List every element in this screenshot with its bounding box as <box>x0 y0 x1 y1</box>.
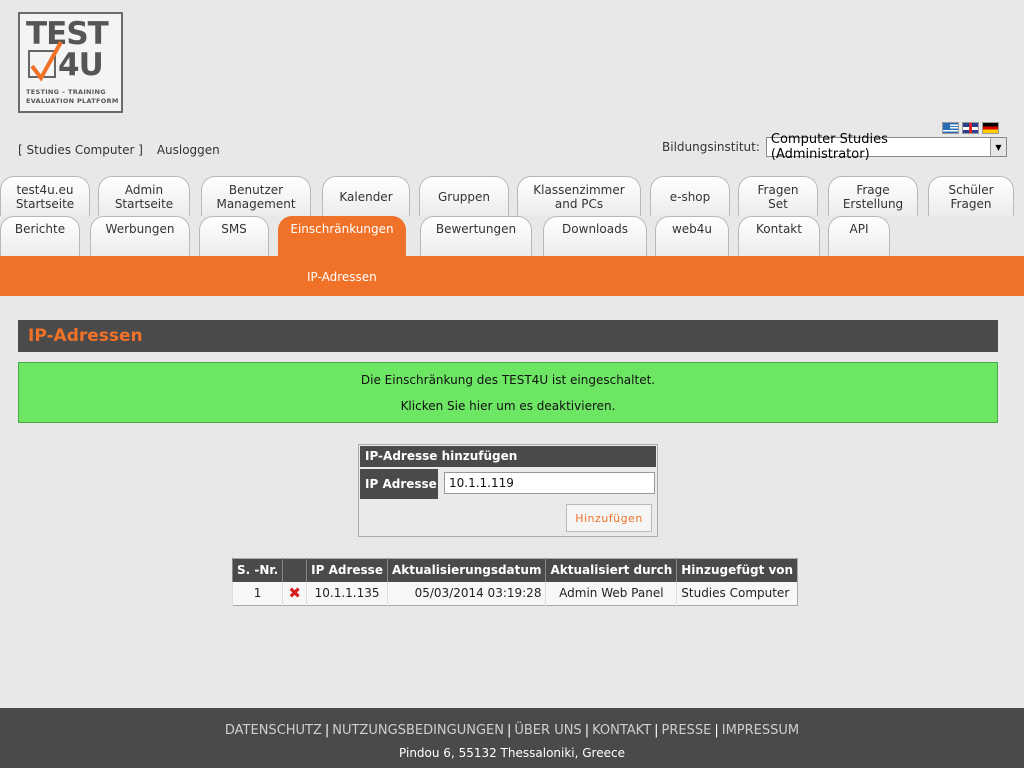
add-ip-form: IP-Adresse hinzufügen IP Adresse Hinzufü… <box>358 444 658 537</box>
column-header-updated-by: Aktualisiert durch <box>545 558 677 582</box>
ip-address-label: IP Adresse <box>360 469 438 499</box>
tab-kalender[interactable]: Kalender <box>322 176 410 216</box>
footer-link-kontakt[interactable]: KONTAKT <box>592 723 651 738</box>
column-header-action <box>282 558 307 582</box>
table-header-row: S. -Nr. IP Adresse Aktualisierungsdatum … <box>231 558 798 582</box>
cell-date: 05/03/2014 03:19:28 <box>386 581 546 606</box>
tab-einschraenkungen[interactable]: Einschränkungen <box>278 216 406 256</box>
institute-selected-value: Computer Studies (Administrator) <box>770 132 888 162</box>
user-links: [ Studies Computer ] Ausloggen <box>18 143 220 157</box>
tab-admin-startseite[interactable]: Admin Startseite <box>98 176 190 216</box>
dropdown-arrow-icon[interactable]: ▼ <box>989 138 1006 156</box>
tab-e-shop[interactable]: e-shop <box>650 176 730 216</box>
tab-gruppen[interactable]: Gruppen <box>419 176 509 216</box>
cell-updated-by: Admin Web Panel <box>545 581 677 606</box>
add-ip-button[interactable]: Hinzufügen <box>566 504 652 532</box>
tab-sms[interactable]: SMS <box>199 216 269 256</box>
notice-deactivate-link[interactable]: Klicken Sie hier um es deaktivieren. <box>19 399 997 413</box>
footer-links: DATENSCHUTZ | NUTZUNGSBEDINGUNGEN | ÜBER UNS… <box>224 723 800 738</box>
table-row: 1 ✖ 10.1.1.135 05/03/2014 03:19:28 Admin… <box>231 581 798 606</box>
institute-selector: Bildungsinstitut: Computer Studies (Admi… <box>662 132 1007 162</box>
status-notice: Die Einschränkung des TEST4U ist eingesc… <box>18 362 998 423</box>
delete-icon[interactable]: ✖ <box>282 581 307 606</box>
logo-text-4u: 4U <box>58 47 104 83</box>
footer: DATENSCHUTZ | NUTZUNGSBEDINGUNGEN | ÜBER UNS… <box>0 708 1024 768</box>
ip-address-input[interactable] <box>444 472 655 494</box>
column-header-added-by: Hinzugefügt von <box>676 558 798 582</box>
column-header-date: Aktualisierungsdatum <box>386 558 546 582</box>
footer-link-presse[interactable]: PRESSE <box>662 723 712 738</box>
logo-tagline-1: TESTING – TRAINING <box>26 88 106 96</box>
footer-link-impressum[interactable]: IMPRESSUM <box>722 723 799 738</box>
ip-address-table: S. -Nr. IP Adresse Aktualisierungsdatum … <box>231 558 799 606</box>
main-nav-row-1: test4u.eu Startseite Admin Startseite Benu… <box>0 176 1024 216</box>
subnav-ip-adressen[interactable]: IP-Adressen <box>307 270 377 284</box>
tab-fragen-set[interactable]: Fragen Set <box>738 176 818 216</box>
tab-klassenzimmer[interactable]: Klassenzimmer and PCs <box>517 176 641 216</box>
user-profile-link[interactable]: [ Studies Computer ] <box>18 143 143 157</box>
logout-link[interactable]: Ausloggen <box>157 143 220 157</box>
add-ip-form-header: IP-Adresse hinzufügen <box>360 446 656 467</box>
logo-tagline-2: EVALUATION PLATFORM <box>26 97 119 105</box>
footer-link-nutzungsbedingungen[interactable]: NUTZUNGSBEDINGUNGEN <box>332 723 504 738</box>
cell-ip: 10.1.1.135 <box>306 581 388 606</box>
tab-downloads[interactable]: Downloads <box>543 216 647 256</box>
footer-link-ueber-uns[interactable]: ÜBER UNS <box>514 723 581 738</box>
footer-link-datenschutz[interactable]: DATENSCHUTZ <box>225 723 322 738</box>
cell-nr: 1 <box>231 581 283 606</box>
notice-status-text: Die Einschränkung des TEST4U ist eingesc… <box>360 373 656 387</box>
tab-kontakt[interactable]: Kontakt <box>738 216 820 256</box>
main-nav-row-2: Berichte Werbungen SMS Einschränkungen B… <box>0 216 1024 256</box>
tab-test4u-startseite[interactable]: test4u.eu Startseite <box>0 176 90 216</box>
tab-bewertungen[interactable]: Bewertungen <box>420 216 532 256</box>
test4u-logo[interactable]: TEST 4U TESTING – TRAINING EVALUATION PL… <box>18 12 123 113</box>
institute-label: Bildungsinstitut: <box>662 140 760 154</box>
page-title: IP-Adressen <box>18 320 998 352</box>
tab-werbungen[interactable]: Werbungen <box>90 216 190 256</box>
tab-schueler-fragen[interactable]: Schüler Fragen <box>928 176 1014 216</box>
tab-web4u[interactable]: web4u <box>655 216 729 256</box>
column-header-ip: IP Adresse <box>306 558 388 582</box>
column-header-nr: S. -Nr. <box>231 558 283 582</box>
tab-frage-erstellung[interactable]: Frage Erstellung <box>828 176 918 216</box>
logo-tagline: TESTING – TRAINING EVALUATION PLATFORM <box>26 88 119 106</box>
logo-checkmark-icon <box>28 41 63 82</box>
footer-address: Pindou 6, 55132 Thessaloniki, Greece <box>399 746 625 760</box>
institute-select[interactable]: Computer Studies (Administrator) ▼ <box>765 132 1007 162</box>
cell-added-by: Studies Computer <box>676 581 798 606</box>
tab-api[interactable]: API <box>828 216 890 256</box>
subnav-bar <box>0 256 1024 296</box>
tab-berichte[interactable]: Berichte <box>0 216 80 256</box>
tab-benutzer-management[interactable]: Benutzer Management <box>201 176 311 216</box>
